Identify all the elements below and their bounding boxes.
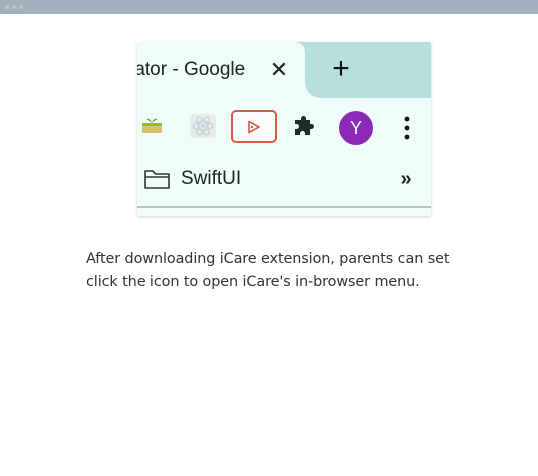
react-atom-extension-icon[interactable] — [190, 114, 216, 138]
caption-line-1: After downloading iCare extension, paren… — [86, 251, 450, 267]
puzzle-extensions-icon[interactable] — [291, 115, 317, 139]
plant-pot-extension-icon[interactable] — [141, 114, 163, 134]
tab-corner — [305, 82, 321, 98]
bookmarks-divider — [137, 206, 431, 208]
browser-screenshot: rator - Google ✕ + Y SwiftUI » — [137, 42, 431, 216]
window-close-dot[interactable] — [5, 5, 9, 9]
window-titlebar — [0, 0, 538, 14]
profile-avatar[interactable]: Y — [339, 111, 373, 145]
tab-title-fade — [245, 56, 267, 86]
folder-icon — [144, 170, 170, 189]
icare-extension-button[interactable] — [231, 110, 277, 143]
tab-close-icon[interactable]: ✕ — [267, 56, 291, 84]
caption-line-2: click the icon to open iCare's in-browse… — [86, 274, 420, 290]
tab-title-text: rator - Google — [137, 59, 246, 80]
more-vertical-icon[interactable] — [401, 114, 413, 142]
instruction-caption: After downloading iCare extension, paren… — [86, 248, 506, 294]
window-maximize-dot[interactable] — [19, 5, 23, 9]
window-minimize-dot[interactable] — [12, 5, 16, 9]
bookmark-folder-swiftui[interactable]: SwiftUI — [181, 166, 241, 192]
browser-toolbar — [137, 98, 431, 154]
bookmarks-overflow-icon[interactable]: » — [395, 166, 417, 192]
play-icon — [248, 120, 260, 134]
new-tab-button[interactable]: + — [327, 54, 355, 86]
